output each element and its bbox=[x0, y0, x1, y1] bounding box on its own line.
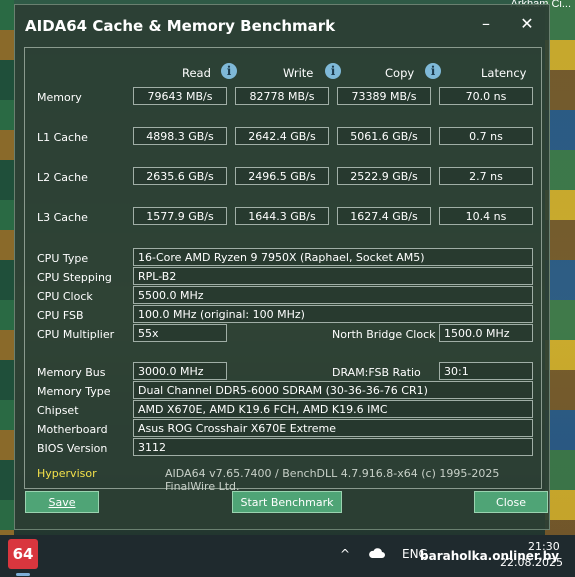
l3-write-value: 1644.3 GB/s bbox=[235, 207, 329, 225]
taskbar: 64 ^ ENG baraholka.onliner.by 21:30 22.0… bbox=[0, 535, 575, 577]
window-title: AIDA64 Cache & Memory Benchmark bbox=[25, 17, 336, 35]
cpu-stepping-value: RPL-B2 bbox=[133, 267, 533, 285]
l3-read-value: 1577.9 GB/s bbox=[133, 207, 227, 225]
memory-latency-value: 70.0 ns bbox=[439, 87, 533, 105]
cpu-fsb-value: 100.0 MHz (original: 100 MHz) bbox=[133, 305, 533, 323]
row-label-l3: L3 Cache bbox=[37, 211, 88, 224]
tray-chevron-icon[interactable]: ^ bbox=[340, 547, 350, 561]
start-benchmark-label: Start Benchmark bbox=[240, 496, 334, 509]
write-info-icon[interactable]: i bbox=[325, 63, 341, 79]
cpu-multiplier-value: 55x bbox=[133, 324, 227, 342]
read-info-icon[interactable]: i bbox=[221, 63, 237, 79]
cpu-fsb-label: CPU FSB bbox=[37, 309, 84, 322]
start-benchmark-button[interactable]: Start Benchmark bbox=[232, 491, 342, 513]
l1-write-value: 2642.4 GB/s bbox=[235, 127, 329, 145]
benchmark-window: AIDA64 Cache & Memory Benchmark – ✕ Read… bbox=[14, 4, 550, 530]
clock-time[interactable]: 21:30 bbox=[528, 540, 560, 553]
motherboard-value: Asus ROG Crosshair X670E Extreme bbox=[133, 419, 533, 437]
minimize-button[interactable]: – bbox=[471, 13, 501, 35]
bios-version-value: 3112 bbox=[133, 438, 533, 456]
close-button[interactable]: Close bbox=[474, 491, 548, 513]
cpu-type-value: 16-Core AMD Ryzen 9 7950X (Raphael, Sock… bbox=[133, 248, 533, 266]
save-button[interactable]: Save bbox=[25, 491, 99, 513]
title-bar[interactable]: AIDA64 Cache & Memory Benchmark – ✕ bbox=[15, 5, 549, 45]
cpu-multiplier-label: CPU Multiplier bbox=[37, 328, 115, 341]
l3-copy-value: 1627.4 GB/s bbox=[337, 207, 431, 225]
memory-bus-value: 3000.0 MHz bbox=[133, 362, 227, 380]
cpu-clock-label: CPU Clock bbox=[37, 290, 93, 303]
cpu-clock-value: 5500.0 MHz bbox=[133, 286, 533, 304]
cpu-type-label: CPU Type bbox=[37, 252, 89, 265]
close-window-icon[interactable]: ✕ bbox=[512, 13, 542, 35]
l2-read-value: 2635.6 GB/s bbox=[133, 167, 227, 185]
l2-copy-value: 2522.9 GB/s bbox=[337, 167, 431, 185]
nb-clock-label: North Bridge Clock bbox=[332, 328, 436, 341]
version-copyright: AIDA64 v7.65.7400 / BenchDLL 4.7.916.8-x… bbox=[165, 467, 500, 493]
motherboard-label: Motherboard bbox=[37, 423, 108, 436]
memory-write-value: 82778 MB/s bbox=[235, 87, 329, 105]
nb-clock-value: 1500.0 MHz bbox=[439, 324, 533, 342]
chipset-value: AMD X670E, AMD K19.6 FCH, AMD K19.6 IMC bbox=[133, 400, 533, 418]
hypervisor-label[interactable]: Hypervisor bbox=[37, 467, 97, 480]
memory-bus-label: Memory Bus bbox=[37, 366, 106, 379]
desktop-background-left bbox=[0, 0, 14, 535]
memory-type-value: Dual Channel DDR5-6000 SDRAM (30-36-36-7… bbox=[133, 381, 533, 399]
bios-version-label: BIOS Version bbox=[37, 442, 108, 455]
l1-latency-value: 0.7 ns bbox=[439, 127, 533, 145]
header-write: Write bbox=[283, 66, 314, 80]
cloud-icon[interactable] bbox=[368, 547, 386, 562]
results-panel: Read i Write i Copy i Latency Memory 796… bbox=[24, 47, 542, 493]
l2-write-value: 2496.5 GB/s bbox=[235, 167, 329, 185]
row-label-l2: L2 Cache bbox=[37, 171, 88, 184]
active-app-indicator bbox=[16, 573, 30, 576]
l2-latency-value: 2.7 ns bbox=[439, 167, 533, 185]
save-button-label: Save bbox=[48, 496, 76, 509]
l1-copy-value: 5061.6 GB/s bbox=[337, 127, 431, 145]
row-label-l1: L1 Cache bbox=[37, 131, 88, 144]
l3-latency-value: 10.4 ns bbox=[439, 207, 533, 225]
header-latency: Latency bbox=[481, 66, 527, 80]
copy-info-icon[interactable]: i bbox=[425, 63, 441, 79]
chipset-label: Chipset bbox=[37, 404, 79, 417]
close-button-label: Close bbox=[496, 496, 526, 509]
dram-fsb-ratio-value: 30:1 bbox=[439, 362, 533, 380]
clock-date[interactable]: 22.08.2025 bbox=[500, 556, 563, 569]
header-read: Read bbox=[182, 66, 211, 80]
memory-copy-value: 73389 MB/s bbox=[337, 87, 431, 105]
row-label-memory: Memory bbox=[37, 91, 82, 104]
dram-fsb-ratio-label: DRAM:FSB Ratio bbox=[332, 366, 421, 379]
l1-read-value: 4898.3 GB/s bbox=[133, 127, 227, 145]
memory-type-label: Memory Type bbox=[37, 385, 111, 398]
aida64-taskbar-icon[interactable]: 64 bbox=[8, 539, 38, 569]
header-copy: Copy bbox=[385, 66, 415, 80]
memory-read-value: 79643 MB/s bbox=[133, 87, 227, 105]
cpu-stepping-label: CPU Stepping bbox=[37, 271, 112, 284]
